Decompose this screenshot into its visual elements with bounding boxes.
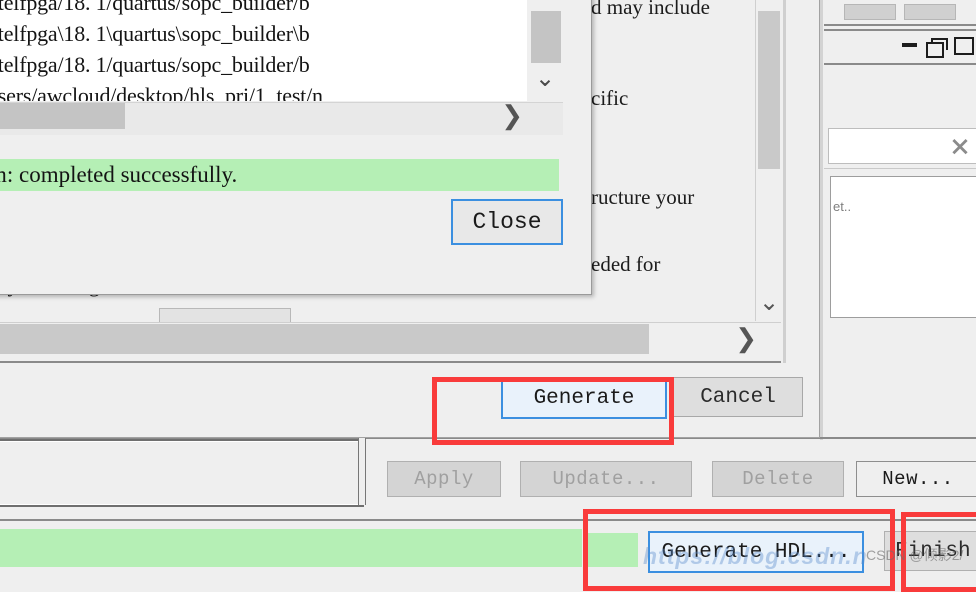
splitter-grip[interactable]	[358, 437, 366, 505]
update-button[interactable]: Update...	[520, 461, 692, 497]
dialog-vertical-scrollbar[interactable]: ⌄	[755, 0, 782, 321]
path-row: ntelfpga/18. 1/quartus/sopc_builder/b	[0, 52, 310, 77]
status-bar-green-left	[0, 529, 582, 567]
status-bar-green-right	[586, 533, 638, 567]
window-controls-bar	[824, 31, 976, 61]
scrollbar-thumb[interactable]	[531, 11, 561, 63]
watermark-author: CSDN @倾影2/	[866, 547, 964, 563]
watermark-url: https://blog.csdn.n	[643, 543, 868, 569]
divider-below-window-controls	[824, 63, 976, 65]
minimize-icon[interactable]	[902, 43, 917, 47]
topbar-button-2[interactable]	[904, 4, 956, 20]
delete-button[interactable]: Delete	[712, 461, 844, 497]
chevron-down-icon[interactable]: ⌄	[756, 291, 782, 315]
clear-x-icon[interactable]	[951, 137, 969, 155]
generate-button[interactable]: Generate	[501, 377, 667, 419]
help-line-4: eded for	[591, 252, 661, 276]
search-underline	[824, 168, 976, 169]
generated-paths-list[interactable]: ntelfpga/18. 1/quartus/sopc_builder/b nt…	[0, 0, 527, 101]
left-content-panel	[0, 439, 364, 507]
action-button-row: Apply Update... Delete New...	[368, 448, 976, 504]
cancel-button[interactable]: Cancel	[673, 377, 803, 417]
generate-dialog-footer: Generate Cancel	[0, 363, 803, 431]
dialog-horizontal-scrollbar[interactable]: ❯	[0, 322, 781, 361]
topbar-button-1[interactable]	[844, 4, 896, 20]
path-row: users/awcloud/desktop/hls_prj/1_test/n	[0, 83, 323, 101]
new-button[interactable]: New...	[856, 461, 976, 497]
success-status-text: m: completed successfully.	[0, 162, 238, 187]
help-line-1: d may include	[591, 0, 710, 19]
chevron-right-icon[interactable]: ❯	[501, 101, 523, 131]
restore-icon[interactable]	[926, 37, 948, 58]
scrollbar-thumb[interactable]	[758, 11, 780, 169]
chevron-down-icon[interactable]: ⌄	[527, 67, 563, 91]
completion-message-box: ntelfpga/18. 1/quartus/sopc_builder/b nt…	[0, 0, 592, 295]
apply-button[interactable]: Apply	[387, 461, 501, 497]
scrollbar-thumb-horizontal[interactable]	[0, 324, 649, 354]
maximize-icon[interactable]	[954, 37, 974, 55]
dialog-right-rule	[783, 0, 786, 369]
path-row: ntelfpga/18. 1/quartus/sopc_builder/b	[0, 0, 310, 15]
divider-top-1	[824, 24, 976, 26]
success-status-bar: m: completed successfully.	[0, 159, 559, 191]
chevron-right-icon[interactable]: ❯	[735, 325, 757, 353]
scrollbar-thumb-horizontal[interactable]	[0, 103, 125, 129]
background-window-topbar	[836, 0, 976, 22]
help-line-3: ructure your	[591, 185, 695, 209]
close-button[interactable]: Close	[451, 199, 563, 245]
help-line-2: cific	[591, 86, 629, 110]
messagebox-horizontal-scrollbar[interactable]: ❯	[0, 101, 563, 135]
results-list-panel[interactable]: et..	[830, 176, 976, 318]
search-zone	[824, 67, 976, 127]
help-text-column: d may include cific ructure your eded fo…	[591, 0, 771, 321]
path-row: ntelfpga\18. 1\quartus\sopc_builder\b	[0, 21, 310, 46]
list-item[interactable]: et..	[831, 177, 976, 214]
search-input[interactable]	[828, 128, 976, 164]
window-right-edge	[820, 0, 823, 440]
